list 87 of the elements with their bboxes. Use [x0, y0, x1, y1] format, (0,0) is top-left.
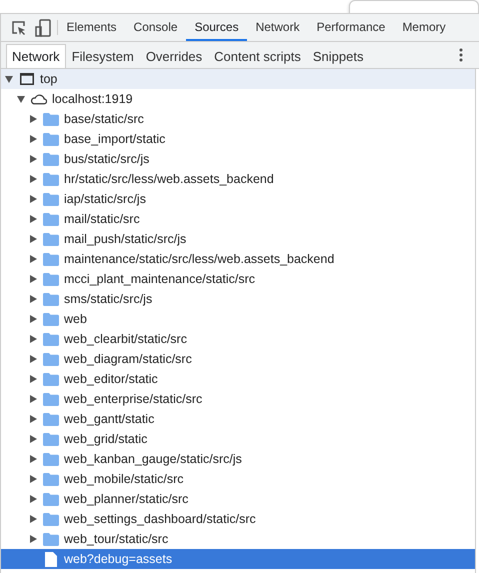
- tree-item[interactable]: mail_push/static/src/js: [1, 229, 475, 249]
- device-icon[interactable]: [35, 18, 51, 36]
- collapsed-arrow-icon[interactable]: [29, 335, 37, 343]
- collapsed-arrow-icon[interactable]: [29, 295, 37, 303]
- collapsed-arrow-icon[interactable]: [29, 135, 37, 143]
- expanded-arrow-icon[interactable]: [5, 75, 13, 83]
- tree-item[interactable]: web?debug=assets: [1, 549, 475, 569]
- folder-icon: [42, 412, 58, 426]
- tree-item[interactable]: web_clearbit/static/src: [1, 329, 475, 349]
- folder-icon: [42, 432, 58, 446]
- tree-item[interactable]: web_enterprise/static/src: [1, 389, 475, 409]
- collapsed-arrow-icon[interactable]: [29, 175, 37, 183]
- folder-icon: [42, 252, 58, 266]
- folder-icon: [42, 112, 58, 126]
- cloud-icon: [30, 93, 47, 105]
- collapsed-arrow-icon[interactable]: [29, 155, 37, 163]
- tree-item[interactable]: web_tour/static/src: [1, 529, 475, 549]
- tree-item[interactable]: web_grid/static: [1, 429, 475, 449]
- folder-icon: [42, 512, 58, 526]
- tree-item[interactable]: base/static/src: [1, 109, 475, 129]
- navigator-tab[interactable]: Filesystem: [66, 44, 140, 68]
- frame-icon: [20, 73, 34, 85]
- collapsed-arrow-icon[interactable]: [29, 355, 37, 363]
- folder-icon: [42, 292, 58, 306]
- folder-icon: [42, 352, 58, 366]
- collapsed-arrow-icon[interactable]: [29, 195, 37, 203]
- navigator-tab[interactable]: Overrides: [140, 44, 208, 68]
- folder-icon: [42, 152, 58, 166]
- collapsed-arrow-icon[interactable]: [29, 455, 37, 463]
- folder-icon: [42, 392, 58, 406]
- tree-item[interactable]: mail/static/src: [1, 209, 475, 229]
- collapsed-arrow-icon[interactable]: [29, 435, 37, 443]
- collapsed-arrow-icon[interactable]: [29, 375, 37, 383]
- collapsed-arrow-icon[interactable]: [29, 275, 37, 283]
- panel-tab[interactable]: Performance: [308, 14, 394, 41]
- navigator-tab[interactable]: Network: [6, 44, 66, 68]
- tree-item[interactable]: web_mobile/static/src: [1, 469, 475, 489]
- tree-item[interactable]: mcci_plant_maintenance/static/src: [1, 269, 475, 289]
- collapsed-arrow-icon[interactable]: [29, 535, 37, 543]
- collapsed-arrow-icon[interactable]: [29, 415, 37, 423]
- tree-item[interactable]: web_editor/static: [1, 369, 475, 389]
- collapsed-arrow-icon[interactable]: [29, 515, 37, 523]
- folder-icon: [42, 312, 58, 326]
- more-menu-icon[interactable]: [459, 48, 463, 62]
- expanded-arrow-icon[interactable]: [17, 95, 25, 103]
- folder-icon: [42, 492, 58, 506]
- tree-item[interactable]: top: [1, 69, 475, 89]
- panel-tab[interactable]: Console: [125, 14, 186, 41]
- panel-tab[interactable]: Network: [247, 14, 308, 41]
- folder-icon: [42, 192, 58, 206]
- tree-item[interactable]: hr/static/src/less/web.assets_backend: [1, 169, 475, 189]
- folder-icon: [42, 472, 58, 486]
- collapsed-arrow-icon[interactable]: [29, 235, 37, 243]
- collapsed-arrow-icon[interactable]: [29, 255, 37, 263]
- collapsed-arrow-icon[interactable]: [29, 215, 37, 223]
- folder-icon: [42, 532, 58, 546]
- tree-item[interactable]: web_kanban_gauge/static/src/js: [1, 449, 475, 469]
- tree-item[interactable]: web: [1, 309, 475, 329]
- panel-tab[interactable]: Memory: [394, 14, 454, 41]
- navigator-tab[interactable]: Snippets: [306, 44, 370, 68]
- tree-item[interactable]: bus/static/src/js: [1, 149, 475, 169]
- collapsed-arrow-icon[interactable]: [29, 115, 37, 123]
- folder-icon: [42, 332, 58, 346]
- collapsed-arrow-icon[interactable]: [29, 475, 37, 483]
- collapsed-arrow-icon[interactable]: [29, 495, 37, 503]
- tree-item[interactable]: base_import/static: [1, 129, 475, 149]
- folder-icon: [42, 172, 58, 186]
- inspect-icon[interactable]: [11, 20, 27, 36]
- panel-tab[interactable]: Elements: [58, 14, 126, 41]
- folder-icon: [42, 132, 58, 146]
- folder-icon: [42, 372, 58, 386]
- file-icon: [44, 552, 56, 566]
- folder-icon: [42, 272, 58, 286]
- folder-icon: [42, 452, 58, 466]
- tree-item[interactable]: iap/static/src/js: [1, 189, 475, 209]
- tree-item[interactable]: maintenance/static/src/less/web.assets_backend: [1, 249, 475, 269]
- collapsed-arrow-icon[interactable]: [29, 395, 37, 403]
- folder-icon: [42, 232, 58, 246]
- folder-icon: [42, 212, 58, 226]
- tree-item[interactable]: sms/static/src/js: [1, 289, 475, 309]
- collapsed-arrow-icon[interactable]: [29, 315, 37, 323]
- tree-item[interactable]: web_settings_dashboard/static/src: [1, 509, 475, 529]
- tree-item[interactable]: web_gantt/static: [1, 409, 475, 429]
- tree-item[interactable]: web_diagram/static/src: [1, 349, 475, 369]
- tree-item[interactable]: localhost:1919: [1, 89, 475, 109]
- navigator-tab[interactable]: Content scripts: [208, 44, 307, 68]
- tree-item[interactable]: web_planner/static/src: [1, 489, 475, 509]
